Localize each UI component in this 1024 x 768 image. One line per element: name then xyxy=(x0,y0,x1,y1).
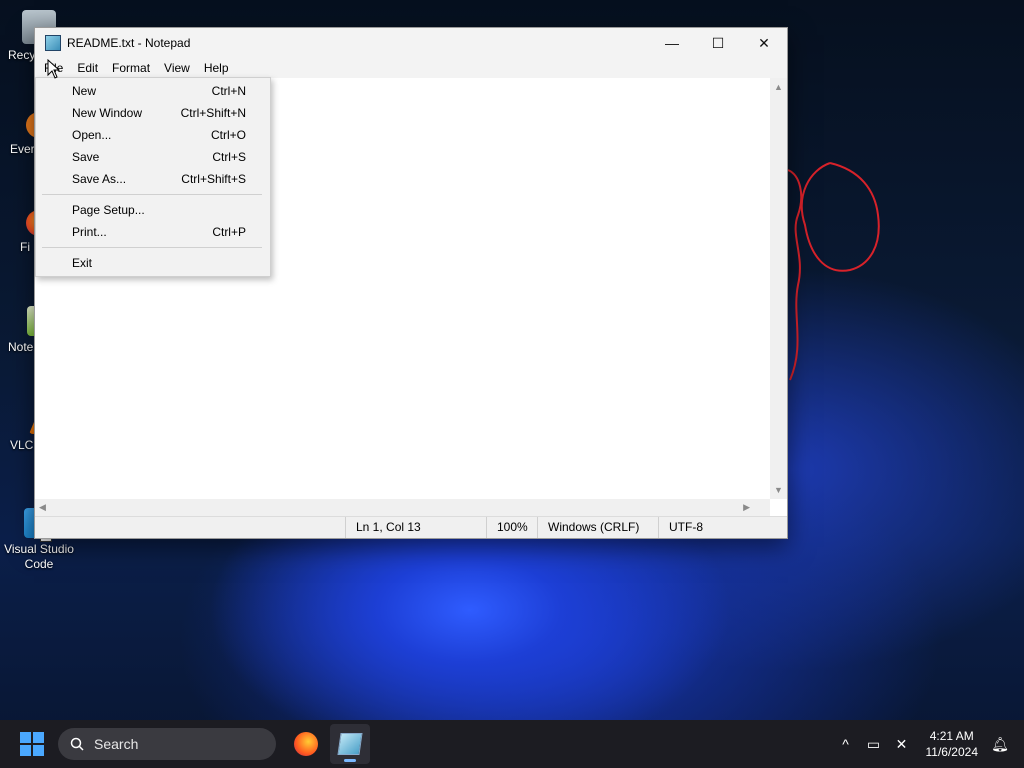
taskbar-search-box[interactable]: Search xyxy=(58,728,276,760)
menu-item-open[interactable]: Open... Ctrl+O xyxy=(36,124,270,146)
mouse-cursor-icon xyxy=(47,59,61,79)
menu-view[interactable]: View xyxy=(157,59,197,77)
window-title: README.txt - Notepad xyxy=(67,36,191,50)
search-label: Search xyxy=(94,736,139,752)
taskbar-notepad[interactable] xyxy=(330,724,370,764)
menu-item-exit[interactable]: Exit xyxy=(36,252,270,274)
menu-item-label: Print... xyxy=(72,225,107,239)
horizontal-scrollbar[interactable]: ◀ ▶ xyxy=(35,499,770,516)
close-button[interactable]: ✕ xyxy=(741,28,787,58)
scroll-down-arrow-icon[interactable]: ▼ xyxy=(774,485,783,495)
menu-item-label: Page Setup... xyxy=(72,203,145,217)
menu-item-label: New Window xyxy=(72,106,143,120)
taskbar: Search ^ ▭ ✕ 4:21 AM 11/6/2024 🔔︎ xyxy=(0,720,1024,768)
menu-item-page-setup[interactable]: Page Setup... xyxy=(36,199,270,221)
search-icon xyxy=(70,737,84,751)
menu-item-shortcut: Ctrl+Shift+S xyxy=(181,172,246,186)
menu-edit[interactable]: Edit xyxy=(70,59,105,77)
volume-muted-icon[interactable]: ✕ xyxy=(888,730,916,758)
status-bar: Ln 1, Col 13 100% Windows (CRLF) UTF-8 xyxy=(35,516,787,538)
windows-logo-icon xyxy=(20,732,31,743)
windows-logo-icon xyxy=(20,745,31,756)
network-icon[interactable]: ▭ xyxy=(860,730,888,758)
menu-item-label: Open... xyxy=(72,128,112,142)
status-cursor-position: Ln 1, Col 13 xyxy=(345,517,486,538)
maximize-button[interactable]: ☐ xyxy=(695,28,741,58)
wallpaper-scribble xyxy=(787,162,880,381)
menu-item-shortcut: Ctrl+P xyxy=(212,225,246,239)
scroll-up-arrow-icon[interactable]: ▲ xyxy=(774,82,783,92)
menu-item-save-as[interactable]: Save As... Ctrl+Shift+S xyxy=(36,168,270,190)
minimize-button[interactable]: — xyxy=(649,28,695,58)
file-menu-dropdown: New Ctrl+N New Window Ctrl+Shift+N Open...… xyxy=(35,77,271,277)
menu-help[interactable]: Help xyxy=(197,59,236,77)
clock-time: 4:21 AM xyxy=(929,729,974,743)
notification-bell-icon[interactable]: 🔔︎ xyxy=(986,730,1014,758)
menu-separator xyxy=(42,247,262,248)
firefox-icon xyxy=(294,732,318,756)
menu-item-shortcut: Ctrl+N xyxy=(211,84,246,98)
menu-bar: File Edit Format View Help xyxy=(35,58,787,78)
desktop-icon-label: Visual Studio Code xyxy=(4,542,74,571)
chevron-up-icon[interactable]: ^ xyxy=(832,730,860,758)
menu-item-label: New xyxy=(72,84,97,98)
start-button[interactable] xyxy=(20,732,44,756)
menu-separator xyxy=(42,194,262,195)
status-encoding: UTF-8 xyxy=(658,517,759,538)
status-spacer xyxy=(35,517,345,538)
title-bar[interactable]: README.txt - Notepad — ☐ ✕ xyxy=(35,28,787,58)
menu-item-shortcut: Ctrl+Shift+N xyxy=(180,106,246,120)
status-line-ending: Windows (CRLF) xyxy=(537,517,658,538)
clock-date: 11/6/2024 xyxy=(925,745,979,759)
scroll-left-arrow-icon[interactable]: ◀ xyxy=(39,502,46,513)
notepad-app-icon xyxy=(45,35,61,51)
taskbar-firefox[interactable] xyxy=(286,724,326,764)
menu-item-new-window[interactable]: New Window Ctrl+Shift+N xyxy=(36,102,270,124)
menu-item-print[interactable]: Print... Ctrl+P xyxy=(36,221,270,243)
menu-item-save[interactable]: Save Ctrl+S xyxy=(36,146,270,168)
windows-logo-icon xyxy=(33,745,44,756)
notepad-app-icon xyxy=(337,733,363,755)
menu-item-new[interactable]: New Ctrl+N xyxy=(36,80,270,102)
windows-logo-icon xyxy=(33,732,44,743)
menu-item-shortcut: Ctrl+S xyxy=(212,150,246,164)
menu-item-label: Save As... xyxy=(72,172,127,186)
vertical-scrollbar[interactable]: ▲ ▼ xyxy=(770,78,787,499)
status-zoom: 100% xyxy=(486,517,537,538)
scroll-right-arrow-icon[interactable]: ▶ xyxy=(743,502,750,513)
menu-format[interactable]: Format xyxy=(105,59,157,77)
menu-item-shortcut: Ctrl+O xyxy=(210,128,246,142)
menu-item-label: Exit xyxy=(72,256,93,270)
system-tray: ^ ▭ ✕ 4:21 AM 11/6/2024 🔔︎ xyxy=(832,728,1024,760)
menu-item-label: Save xyxy=(72,150,100,164)
taskbar-clock[interactable]: 4:21 AM 11/6/2024 xyxy=(926,728,979,760)
